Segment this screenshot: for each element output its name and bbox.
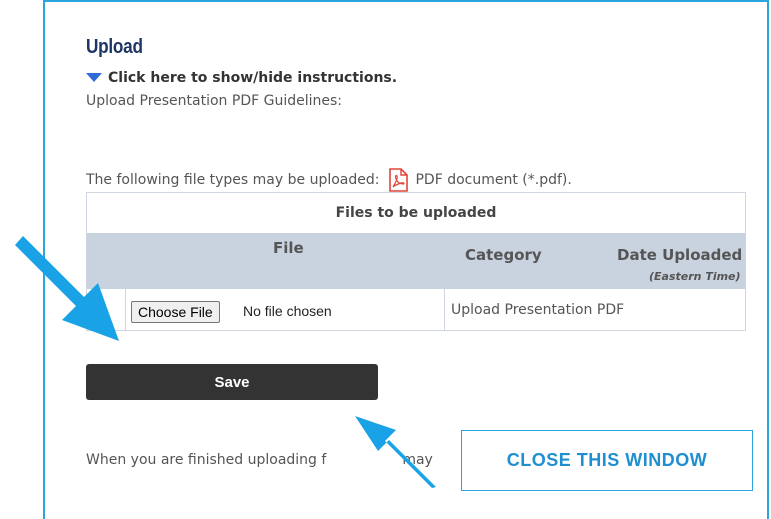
- annotation-arrows: [15, 236, 436, 488]
- arrow-pointing-choose-file: [15, 236, 119, 341]
- arrow-pointing-save: [355, 416, 436, 488]
